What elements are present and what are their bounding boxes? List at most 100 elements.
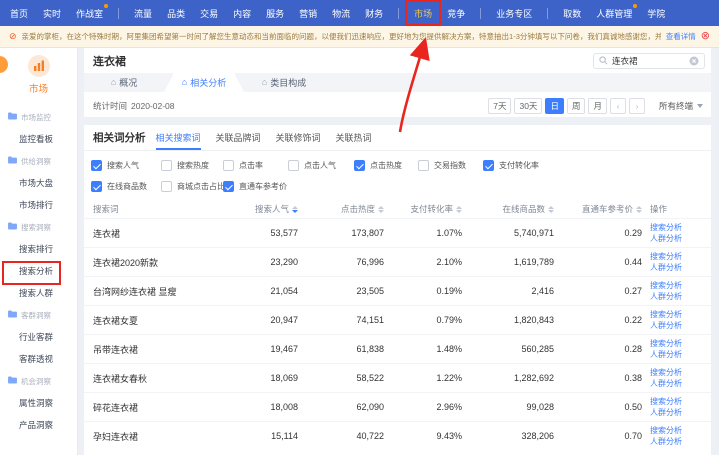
action-link-人群分析[interactable]: 人群分析 — [650, 350, 682, 360]
action-link-人群分析[interactable]: 人群分析 — [650, 234, 682, 244]
subtab-关联修饰词[interactable]: 关联修饰词 — [276, 125, 321, 150]
metric-checkbox-点击人气[interactable]: 点击人气 — [288, 160, 354, 171]
notice-close-icon[interactable]: ⊗ — [701, 31, 710, 42]
checkbox-unchecked[interactable] — [223, 160, 234, 171]
nav-item-服务[interactable]: 服务 — [266, 7, 284, 20]
date-range-button-周[interactable]: 周 — [567, 98, 586, 114]
pager-button[interactable]: › — [629, 98, 645, 114]
sidebar-group-市场监控: 市场监控 — [0, 106, 77, 128]
cell-pay_conversion: 2.96% — [384, 402, 462, 412]
metric-checkbox-商城点击占比[interactable]: 商城点击占比 — [161, 181, 223, 192]
action-link-人群分析[interactable]: 人群分析 — [650, 408, 682, 418]
action-link-搜索分析[interactable]: 搜索分析 — [650, 310, 682, 320]
cell-search_popularity: 15,114 — [234, 431, 298, 441]
subtab-关联热词[interactable]: 关联热词 — [336, 125, 372, 150]
checkbox-checked[interactable] — [91, 160, 102, 171]
sidebar-item-市场大盘[interactable]: 市场大盘 — [0, 172, 77, 194]
keywords-table: 搜索词搜索人气点击热度支付转化率在线商品数直通车参考价操作 连衣裙53,5771… — [84, 200, 711, 450]
subtab-相关搜索词[interactable]: 相关搜索词 — [156, 125, 201, 150]
tab-相关分析[interactable]: ⌂相关分析 — [164, 73, 244, 92]
cell-click_heat: 62,090 — [298, 402, 384, 412]
action-link-搜索分析[interactable]: 搜索分析 — [650, 368, 682, 378]
sidebar-item-属性洞察[interactable]: 属性洞察 — [0, 392, 77, 414]
action-link-搜索分析[interactable]: 搜索分析 — [650, 339, 682, 349]
pager-button[interactable]: ‹ — [610, 98, 626, 114]
date-range-button-日[interactable]: 日 — [545, 98, 564, 114]
nav-item-品类[interactable]: 品类 — [167, 7, 185, 20]
nav-item-作战室[interactable]: 作战室 — [76, 7, 103, 20]
date-range-button-7天[interactable]: 7天 — [488, 98, 511, 114]
folder-icon — [8, 376, 17, 386]
nav-item-业务专区[interactable]: 业务专区 — [496, 7, 532, 20]
metric-checkbox-在线商品数[interactable]: 在线商品数 — [91, 181, 161, 192]
nav-item-物流[interactable]: 物流 — [332, 7, 350, 20]
metric-checkbox-搜索热度[interactable]: 搜索热度 — [161, 160, 223, 171]
metric-checkbox-搜索人气[interactable]: 搜索人气 — [91, 160, 161, 171]
tab-类目构成[interactable]: ⌂类目构成 — [244, 73, 324, 92]
action-link-人群分析[interactable]: 人群分析 — [650, 292, 682, 302]
module-name: 市场 — [29, 81, 48, 95]
nav-item-取数[interactable]: 取数 — [563, 7, 581, 20]
nav-item-交易[interactable]: 交易 — [200, 7, 218, 20]
action-link-搜索分析[interactable]: 搜索分析 — [650, 397, 682, 407]
action-link-人群分析[interactable]: 人群分析 — [650, 321, 682, 331]
notice-detail-link[interactable]: 查看详情 — [666, 31, 696, 42]
subtab-关联品牌词[interactable]: 关联品牌词 — [216, 125, 261, 150]
cell-online_products: 560,285 — [462, 344, 554, 354]
checkbox-checked[interactable] — [354, 160, 365, 171]
metric-checkbox-交易指数[interactable]: 交易指数 — [418, 160, 483, 171]
nav-item-首页[interactable]: 首页 — [10, 7, 28, 20]
action-link-人群分析[interactable]: 人群分析 — [650, 263, 682, 273]
action-link-搜索分析[interactable]: 搜索分析 — [650, 252, 682, 262]
nav-item-营销[interactable]: 营销 — [299, 7, 317, 20]
top-nav: 首页 实时 作战室 流量 品类 交易 内容 服务 营销 物流 财务 市场 竞争 业务专区 取数 人群管理 学院 — [0, 0, 719, 26]
tab-概况[interactable]: ⌂概况 — [84, 73, 164, 92]
nav-item-人群管理[interactable]: 人群管理 — [596, 7, 632, 20]
nav-item-竞争[interactable]: 竞争 — [447, 7, 465, 20]
checkbox-checked[interactable] — [91, 181, 102, 192]
module-switcher[interactable]: 市场 — [0, 48, 77, 95]
nav-item-市场[interactable]: 市场 — [414, 7, 432, 20]
nav-item-实时[interactable]: 实时 — [43, 7, 61, 20]
date-range-button-30天[interactable]: 30天 — [514, 98, 542, 114]
action-link-搜索分析[interactable]: 搜索分析 — [650, 223, 682, 233]
column-header-直通车参考价[interactable]: 直通车参考价 — [554, 203, 642, 215]
stat-time-label: 统计时间 — [93, 100, 127, 112]
nav-item-流量[interactable]: 流量 — [134, 7, 152, 20]
nav-item-内容[interactable]: 内容 — [233, 7, 251, 20]
checkbox-checked[interactable] — [223, 181, 234, 192]
sidebar-item-产品洞察[interactable]: 产品洞察 — [0, 414, 77, 436]
column-header-在线商品数[interactable]: 在线商品数 — [462, 203, 554, 215]
sidebar-item-客群透视[interactable]: 客群透视 — [0, 348, 77, 370]
sidebar-item-搜索排行[interactable]: 搜索排行 — [0, 238, 77, 260]
checkbox-unchecked[interactable] — [161, 160, 172, 171]
date-range-button-月[interactable]: 月 — [588, 98, 607, 114]
checkbox-unchecked[interactable] — [161, 181, 172, 192]
metric-checkbox-直通车参考价[interactable]: 直通车参考价 — [223, 181, 288, 192]
sidebar-item-搜索人群[interactable]: 搜索人群 — [0, 282, 77, 304]
sidebar-group-机会洞察: 机会洞察 — [0, 370, 77, 392]
keyword-title: 连衣裙 — [93, 53, 126, 69]
checkbox-unchecked[interactable] — [288, 160, 299, 171]
clear-search-icon[interactable] — [689, 56, 699, 66]
column-header-点击热度[interactable]: 点击热度 — [298, 203, 384, 215]
column-header-搜索人气[interactable]: 搜索人气 — [234, 203, 298, 215]
sidebar-item-监控看板[interactable]: 监控看板 — [0, 128, 77, 150]
action-link-人群分析[interactable]: 人群分析 — [650, 379, 682, 389]
column-header-支付转化率[interactable]: 支付转化率 — [384, 203, 462, 215]
action-link-人群分析[interactable]: 人群分析 — [650, 437, 682, 447]
checkbox-checked[interactable] — [483, 160, 494, 171]
metric-checkbox-点击热度[interactable]: 点击热度 — [354, 160, 418, 171]
metric-checkbox-支付转化率[interactable]: 支付转化率 — [483, 160, 711, 171]
sidebar-item-搜索分析[interactable]: 搜索分析 — [0, 260, 77, 282]
terminal-filter-dropdown[interactable]: 所有终端 — [659, 100, 703, 112]
sidebar-item-市场排行[interactable]: 市场排行 — [0, 194, 77, 216]
action-link-搜索分析[interactable]: 搜索分析 — [650, 426, 682, 436]
nav-item-财务[interactable]: 财务 — [365, 7, 383, 20]
nav-item-学院[interactable]: 学院 — [647, 7, 665, 20]
metric-checkbox-点击率[interactable]: 点击率 — [223, 160, 288, 171]
keyword-search-input[interactable]: 连衣裙 — [593, 53, 705, 69]
sidebar-item-行业客群[interactable]: 行业客群 — [0, 326, 77, 348]
action-link-搜索分析[interactable]: 搜索分析 — [650, 281, 682, 291]
checkbox-unchecked[interactable] — [418, 160, 429, 171]
